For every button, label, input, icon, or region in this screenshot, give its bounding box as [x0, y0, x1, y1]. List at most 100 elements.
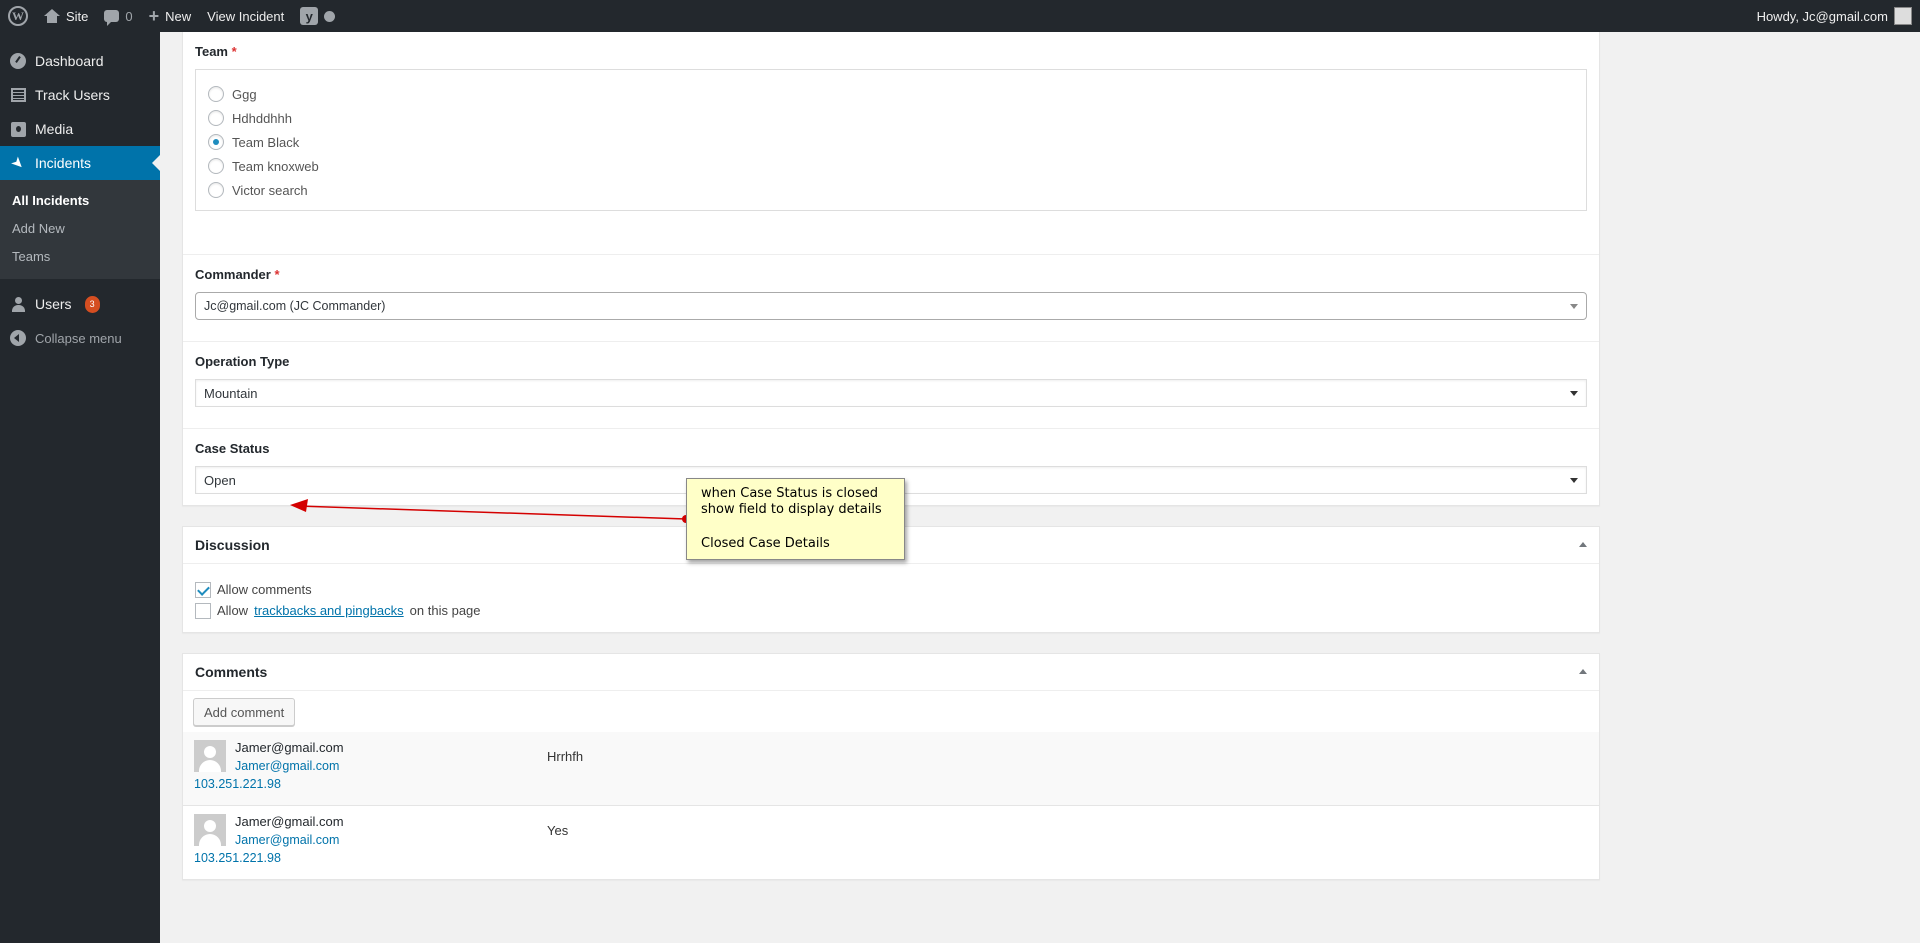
users-count-badge: 3: [84, 295, 100, 313]
collapse-toggle-icon[interactable]: [1579, 542, 1587, 547]
author-ip-link[interactable]: 103.251.221.98: [194, 851, 281, 865]
trackbacks-link[interactable]: trackbacks and pingbacks: [254, 603, 404, 618]
home-icon: [44, 9, 60, 23]
user-account-menu[interactable]: Howdy, Jc@gmail.com: [1749, 0, 1920, 32]
site-label: Site: [66, 8, 89, 24]
radio-button[interactable]: [208, 182, 224, 198]
wordpress-icon: W: [8, 6, 28, 26]
radio-button[interactable]: [208, 158, 224, 174]
wordpress-logo-button[interactable]: W: [0, 0, 36, 32]
comment-text: Hrrhfh: [547, 749, 584, 764]
incident-fields-box: Team * Ggg Hdhddhhh Team Black Team knox…: [182, 32, 1600, 506]
sidebar-item-track-users[interactable]: Track Users: [0, 78, 160, 112]
avatar: [194, 814, 226, 846]
sidebar-item-label: Incidents: [35, 155, 92, 171]
comment-author: Jamer@gmail.com Jamer@gmail.com 103.251.…: [194, 814, 547, 870]
user-avatar: [1894, 7, 1912, 25]
team-label: Team *: [195, 44, 237, 59]
allow-trackbacks-option[interactable]: Allow trackbacks and pingbacks on this pag…: [195, 600, 1587, 621]
author-name: Jamer@gmail.com: [235, 814, 344, 829]
team-field: Team * Ggg Hdhddhhh Team Black Team knox…: [183, 44, 1599, 254]
comment-author: Jamer@gmail.com Jamer@gmail.com 103.251.…: [194, 740, 547, 797]
chevron-down-icon: [1570, 478, 1578, 483]
comments-title: Comments: [195, 664, 268, 680]
sidebar-item-media[interactable]: Media: [0, 112, 160, 146]
greeting-text: Howdy, Jc@gmail.com: [1756, 8, 1888, 24]
sidebar-item-users[interactable]: Users 3: [0, 287, 160, 321]
collapse-menu-button[interactable]: Collapse menu: [0, 321, 160, 355]
team-option[interactable]: Ggg: [208, 82, 1574, 106]
admin-sidebar: Dashboard Track Users Media ➤ Incidents A…: [0, 32, 160, 943]
operation-type-field: Operation Type Mountain: [183, 341, 1599, 428]
seo-status-dot-icon: [324, 10, 336, 22]
annotation-arrowhead: [290, 499, 308, 512]
team-option[interactable]: Team Black: [208, 130, 1574, 154]
sidebar-item-label: Users: [35, 296, 72, 312]
operation-type-select[interactable]: Mountain: [195, 379, 1587, 407]
new-content-button[interactable]: + New: [141, 0, 200, 32]
comment-row: Jamer@gmail.com Jamer@gmail.com 103.251.…: [183, 732, 1599, 805]
annotation-line-3: Closed Case Details: [701, 536, 830, 551]
team-option[interactable]: Victor search: [208, 178, 1574, 202]
radio-button-selected[interactable]: [208, 134, 224, 150]
pin-icon: ➤: [7, 152, 29, 174]
sidebar-item-label: Dashboard: [35, 53, 104, 69]
team-option[interactable]: Team knoxweb: [208, 154, 1574, 178]
submenu-item-add-new[interactable]: Add New: [0, 215, 160, 243]
comments-header[interactable]: Comments: [183, 654, 1599, 691]
annotation-arrow-line: [297, 505, 687, 520]
sidebar-item-label: Media: [35, 121, 74, 137]
allow-comments-checkbox[interactable]: [195, 581, 211, 598]
team-option[interactable]: Hdhddhhh: [208, 106, 1574, 130]
collapse-label: Collapse menu: [35, 330, 122, 346]
author-email-link[interactable]: Jamer@gmail.com: [235, 759, 339, 773]
submenu-item-all-incidents[interactable]: All Incidents: [0, 187, 160, 215]
chevron-down-icon: [1570, 391, 1578, 396]
collapse-toggle-icon[interactable]: [1579, 669, 1587, 674]
author-email-link[interactable]: Jamer@gmail.com: [235, 833, 339, 847]
site-link[interactable]: Site: [36, 0, 96, 32]
avatar: [194, 740, 226, 772]
media-icon: [10, 121, 26, 137]
table-icon: [10, 88, 26, 102]
author-ip-link[interactable]: 103.251.221.98: [194, 777, 281, 791]
sidebar-item-label: Track Users: [35, 87, 110, 103]
annotation-line-2: show field to display details: [701, 502, 882, 517]
yoast-icon: y: [300, 7, 319, 25]
main-content: Team * Ggg Hdhddhhh Team Black Team knox…: [182, 32, 1600, 880]
user-icon: [11, 296, 25, 312]
operation-type-label: Operation Type: [195, 354, 290, 369]
annotation-arrow: [290, 499, 690, 523]
radio-button[interactable]: [208, 86, 224, 102]
comments-count: 0: [125, 8, 133, 24]
commander-field: Commander * Jc@gmail.com (JC Commander): [183, 254, 1599, 341]
new-label: New: [165, 8, 192, 24]
author-name: Jamer@gmail.com: [235, 740, 344, 755]
plus-icon: +: [148, 6, 160, 26]
comment-bubble-icon: [104, 10, 120, 26]
chevron-down-icon: [1570, 304, 1578, 309]
annotation-note: when Case Status is closed show field to…: [686, 478, 905, 560]
submenu-item-teams[interactable]: Teams: [0, 243, 160, 271]
view-incident-link[interactable]: View Incident: [199, 0, 292, 32]
dashboard-icon: [10, 53, 26, 69]
comment-text: Yes: [547, 823, 569, 838]
commander-label: Commander *: [195, 267, 280, 282]
comment-row: Jamer@gmail.com Jamer@gmail.com 103.251.…: [183, 805, 1599, 878]
team-radio-group: Ggg Hdhddhhh Team Black Team knoxweb Vic…: [195, 69, 1587, 211]
discussion-title: Discussion: [195, 537, 270, 553]
incidents-submenu: All Incidents Add New Teams: [0, 180, 160, 279]
comments-link[interactable]: 0: [96, 0, 140, 32]
sidebar-item-incidents[interactable]: ➤ Incidents: [0, 146, 160, 180]
allow-comments-option[interactable]: Allow comments: [195, 579, 1587, 600]
comments-box: Comments Add comment Jamer@gmail.com Jam…: [182, 653, 1600, 880]
yoast-seo-button[interactable]: y: [292, 0, 343, 32]
sidebar-item-dashboard[interactable]: Dashboard: [0, 44, 160, 78]
commander-select[interactable]: Jc@gmail.com (JC Commander): [195, 292, 1587, 320]
radio-button[interactable]: [208, 110, 224, 126]
annotation-line-1: when Case Status is closed: [701, 486, 878, 501]
allow-trackbacks-checkbox[interactable]: [195, 602, 211, 619]
collapse-icon: [10, 330, 26, 346]
add-comment-button[interactable]: Add comment: [193, 698, 296, 726]
admin-bar: W Site 0 + New View Incident y Howdy, Jc@…: [0, 0, 1920, 32]
